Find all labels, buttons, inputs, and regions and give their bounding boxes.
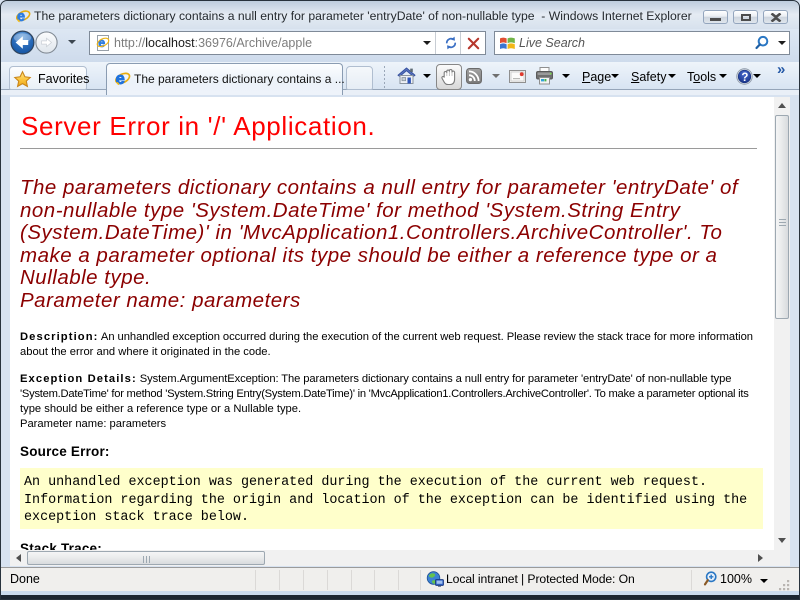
svg-text:e: e [116,70,125,87]
svg-text:e: e [17,9,25,24]
svg-text:?: ? [741,72,748,84]
